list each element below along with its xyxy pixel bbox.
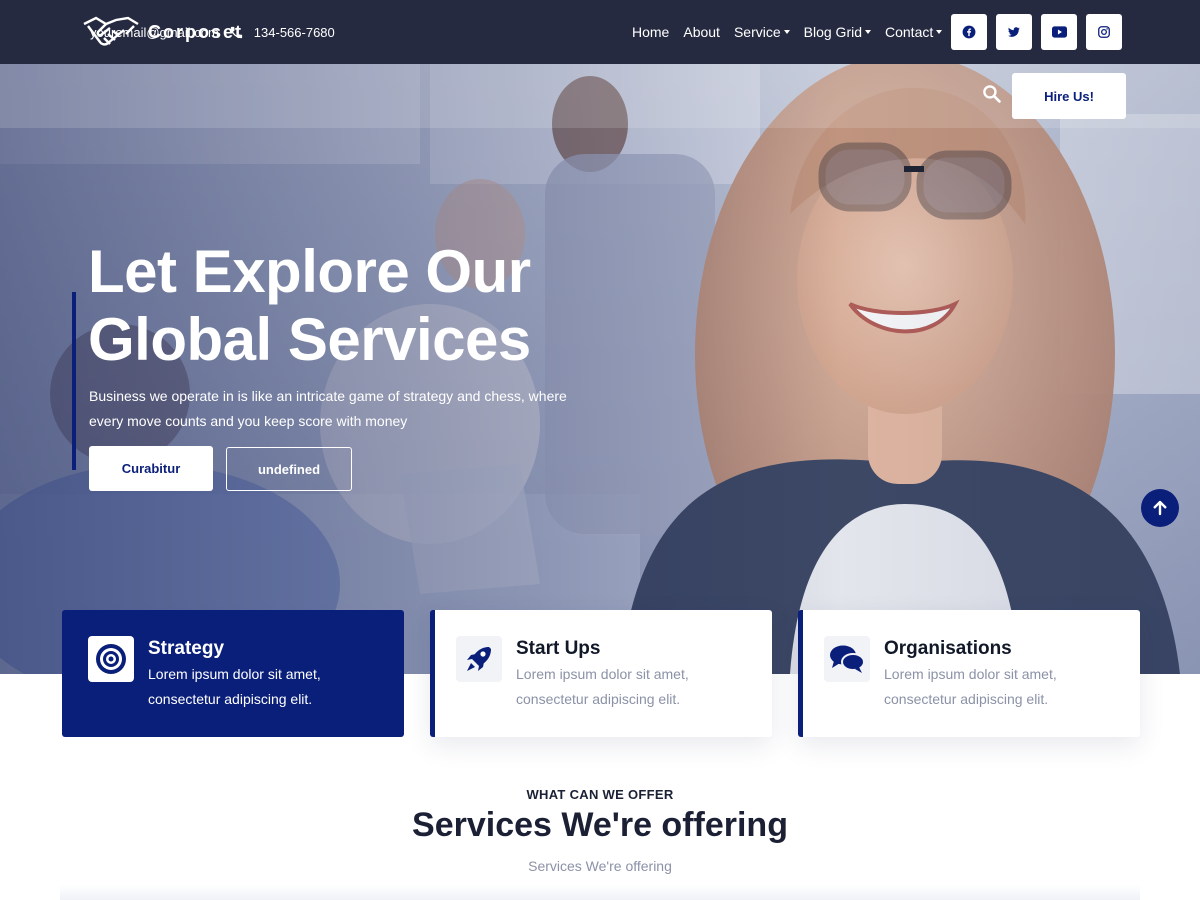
social-links: [951, 14, 1122, 50]
instagram-button[interactable]: [1086, 14, 1122, 50]
card-title: Start Ups: [516, 638, 601, 659]
section-subtitle: Services We're offering: [528, 858, 672, 874]
nav-label: About: [683, 24, 720, 40]
section-content-edge: [60, 885, 1140, 900]
nav-blog-grid[interactable]: Blog Grid: [804, 24, 871, 40]
card-text-line-2: consectetur adipiscing elit.: [884, 691, 1049, 707]
card-text-line-2: consectetur adipiscing elit.: [148, 691, 313, 707]
card-text: Lorem ipsum dolor sit amet, consectetur …: [516, 662, 756, 712]
youtube-icon: [1051, 26, 1067, 38]
caret-down-icon: [865, 30, 871, 34]
rocket-icon: [467, 647, 491, 671]
hire-us-button[interactable]: Hire Us!: [1012, 73, 1126, 119]
caret-down-icon: [783, 30, 790, 34]
page: youremail@gmail.com 134-566-7680 Corpose…: [0, 0, 1200, 900]
hero-title: Let Explore Our Global Services: [88, 238, 648, 374]
hero-accent-bar: [72, 292, 76, 470]
hero-title-line-2: Global Services: [88, 306, 531, 373]
section-eyebrow: WHAT CAN WE OFFER: [526, 787, 674, 802]
instagram-icon: [1098, 26, 1110, 38]
nav-about[interactable]: About: [683, 24, 720, 40]
card-text: Lorem ipsum dolor sit amet, consectetur …: [884, 662, 1124, 712]
hero-primary-button[interactable]: Curabitur: [89, 446, 213, 491]
target-icon: [96, 644, 126, 674]
feature-card-organisations[interactable]: Organisations Lorem ipsum dolor sit amet…: [798, 610, 1140, 737]
main-nav: Home About Service Blog Grid Contact: [632, 0, 943, 64]
card-text-line-1: Lorem ipsum dolor sit amet,: [148, 666, 321, 682]
nav-label: Contact: [885, 24, 934, 40]
feature-card-start-ups[interactable]: Start Ups Lorem ipsum dolor sit amet, co…: [430, 610, 772, 737]
hero-title-line-1: Let Explore Our: [88, 238, 531, 305]
arrow-up-icon: [1153, 500, 1167, 516]
nav-label: Home: [632, 24, 670, 40]
logo[interactable]: Corposet: [82, 14, 243, 50]
section-title: Services We're offering: [412, 806, 788, 844]
hero-description-line-2: every move counts and you keep score wit…: [89, 413, 408, 429]
nav-home[interactable]: Home: [632, 24, 669, 40]
facebook-button[interactable]: [951, 14, 987, 50]
hero-secondary-button[interactable]: undefined: [226, 447, 352, 491]
twitter-icon: [1008, 27, 1020, 37]
card-icon-box: [456, 636, 502, 682]
feature-card-strategy[interactable]: Strategy Lorem ipsum dolor sit amet, con…: [62, 610, 404, 737]
search-button[interactable]: [982, 84, 1001, 108]
card-title: Organisations: [884, 638, 1012, 659]
handshake-icon: [83, 16, 139, 46]
phone-text[interactable]: 134-566-7680: [254, 25, 335, 40]
chat-bubbles-icon: [830, 645, 865, 673]
card-text-line-1: Lorem ipsum dolor sit amet,: [884, 666, 1057, 682]
scroll-to-top-button[interactable]: [1141, 489, 1179, 527]
nav-label: Blog Grid: [803, 24, 862, 40]
nav-label: Service: [733, 24, 781, 40]
facebook-icon: [962, 25, 976, 39]
card-icon-box: [824, 636, 870, 682]
search-icon: [983, 85, 1001, 103]
caret-down-icon: [936, 30, 943, 34]
card-text: Lorem ipsum dolor sit amet, consectetur …: [148, 662, 388, 712]
twitter-button[interactable]: [996, 14, 1032, 50]
card-title: Strategy: [148, 638, 225, 659]
logo-text: Corposet: [148, 21, 244, 42]
hero-description-line-1: Business we operate in is like an intric…: [89, 388, 567, 404]
youtube-button[interactable]: [1041, 14, 1077, 50]
card-text-line-1: Lorem ipsum dolor sit amet,: [516, 666, 689, 682]
card-icon-box: [88, 636, 134, 682]
card-text-line-2: consectetur adipiscing elit.: [516, 691, 681, 707]
nav-contact[interactable]: Contact: [885, 24, 943, 40]
hero-description: Business we operate in is like an intric…: [89, 384, 629, 434]
nav-service[interactable]: Service: [734, 24, 790, 40]
